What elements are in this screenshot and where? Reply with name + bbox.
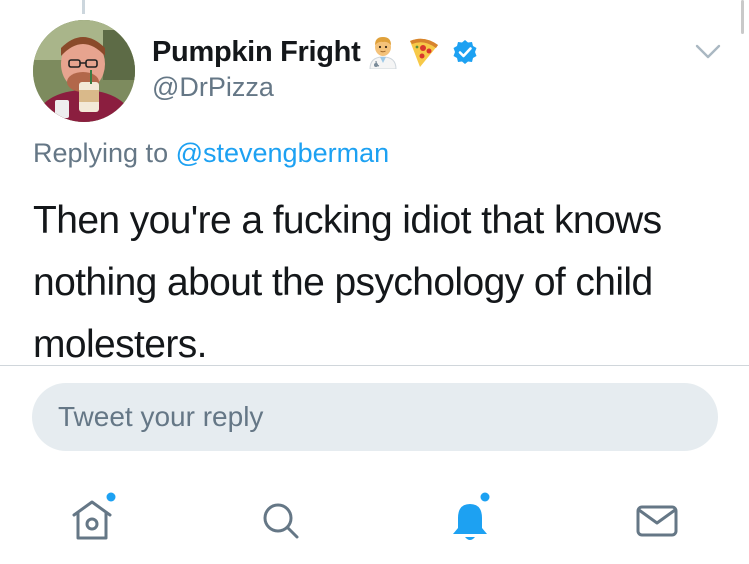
tab-search[interactable] bbox=[250, 490, 310, 550]
replying-to-line: Replying to @stevengberman bbox=[33, 138, 389, 169]
scroll-indicator[interactable] bbox=[741, 0, 744, 34]
envelope-icon bbox=[636, 505, 678, 537]
author-display-name[interactable]: Pumpkin Fright bbox=[152, 36, 361, 69]
home-icon bbox=[72, 492, 116, 540]
reply-input[interactable]: Tweet your reply bbox=[32, 383, 718, 451]
home-unread-dot bbox=[106, 492, 116, 502]
bell-icon bbox=[453, 492, 490, 540]
verified-badge-icon bbox=[452, 39, 478, 65]
author-name-row[interactable]: Pumpkin Fright bbox=[152, 34, 478, 70]
author-handle[interactable]: @DrPizza bbox=[152, 72, 274, 103]
author-avatar[interactable] bbox=[33, 20, 135, 122]
search-icon bbox=[263, 503, 299, 539]
tweet-divider bbox=[0, 365, 749, 366]
tab-messages[interactable] bbox=[627, 490, 687, 550]
bottom-tab-bar bbox=[0, 470, 749, 564]
notifications-unread-dot bbox=[480, 492, 490, 502]
replying-to-mention-link[interactable]: @stevengberman bbox=[176, 138, 390, 168]
tweet-options-chevron-icon[interactable] bbox=[694, 42, 722, 62]
tab-home[interactable] bbox=[62, 490, 122, 550]
pizza-emoji-icon bbox=[406, 35, 440, 69]
tab-notifications[interactable] bbox=[440, 490, 500, 550]
replying-to-prefix: Replying to bbox=[33, 138, 176, 168]
thread-connector-line bbox=[82, 0, 85, 14]
reply-input-placeholder: Tweet your reply bbox=[58, 401, 264, 432]
tweet-text: Then you're a fucking idiot that knows n… bbox=[33, 199, 662, 366]
man-health-worker-emoji-icon bbox=[366, 35, 400, 69]
